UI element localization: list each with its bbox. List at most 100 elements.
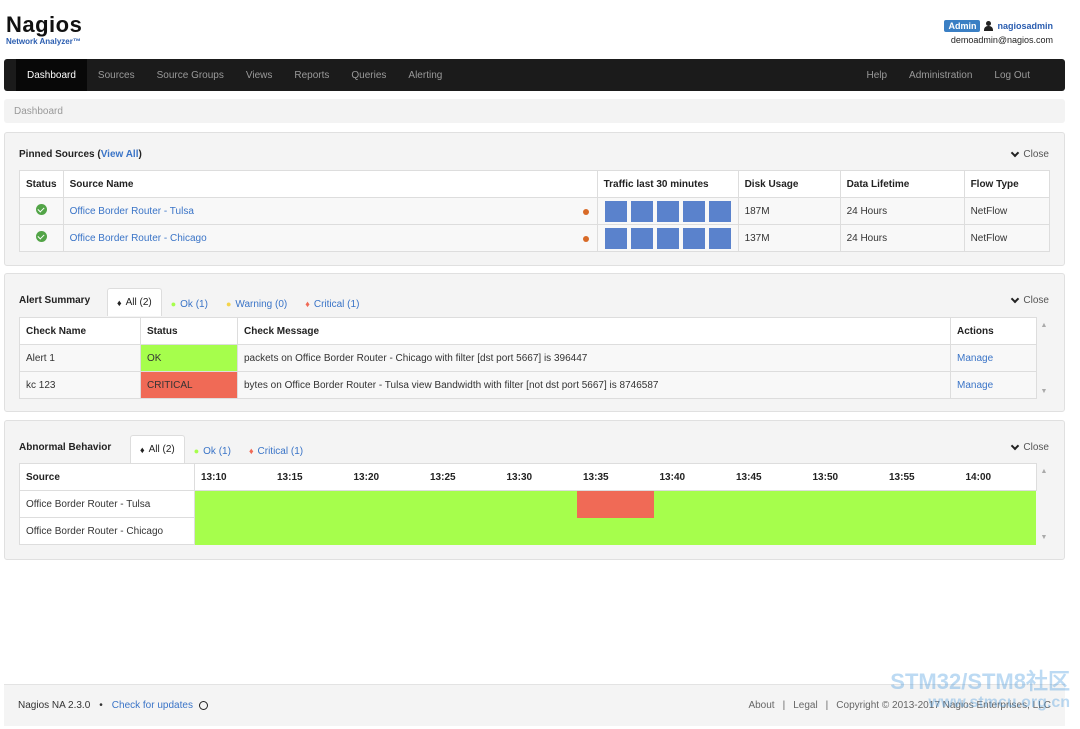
manage-link[interactable]: Manage bbox=[957, 380, 993, 391]
logo-subtitle: Network Analyzer™ bbox=[6, 37, 81, 46]
chevron-down-icon bbox=[1011, 441, 1020, 451]
nav-reports[interactable]: Reports bbox=[283, 59, 340, 91]
watermark-line2: www.stmcu.org.cn bbox=[928, 694, 1070, 711]
col-time: 13:10 bbox=[194, 463, 271, 491]
col-time: 13:40 bbox=[653, 463, 730, 491]
data-lifetime: 24 Hours bbox=[839, 224, 965, 252]
legal-link[interactable]: Legal bbox=[793, 700, 817, 711]
col-time: 14:00 bbox=[959, 463, 1037, 491]
source-name: Office Border Router - Tulsa bbox=[19, 490, 195, 518]
timeline-slot-ok bbox=[959, 490, 1036, 518]
pinned-sources-title: Pinned Sources (View All) bbox=[19, 149, 142, 160]
timeline-slot-ok bbox=[424, 490, 501, 518]
manage-link[interactable]: Manage bbox=[957, 353, 993, 364]
traffic-sparkbar bbox=[604, 200, 732, 222]
check-name: kc 123 bbox=[19, 371, 141, 399]
col-time: 13:35 bbox=[577, 463, 654, 491]
status-badge: CRITICAL bbox=[140, 371, 238, 399]
header: Nagios Network Analyzer™ Admin nagiosadm… bbox=[0, 0, 1080, 58]
tab-ok[interactable]: ● Ok (1) bbox=[185, 439, 240, 463]
source-indicator-icon bbox=[582, 209, 589, 215]
check-message: bytes on Office Border Router - Tulsa vi… bbox=[237, 371, 951, 399]
disk-usage: 187M bbox=[737, 197, 841, 225]
version-text: Nagios NA 2.3.0 bbox=[18, 700, 91, 711]
nav-sources[interactable]: Sources bbox=[87, 59, 146, 91]
scrollbar[interactable]: ▲ ▼ bbox=[1036, 463, 1050, 545]
check-updates-link[interactable]: Check for updates bbox=[112, 700, 193, 711]
timeline-slot-ok bbox=[194, 490, 271, 518]
watermark: STM32/STM8社区 www.stmcu.org.cn bbox=[890, 670, 1070, 712]
chevron-down-icon bbox=[1011, 294, 1020, 304]
source-link-chicago[interactable]: Office Border Router - Chicago bbox=[70, 233, 207, 244]
watermark-line1: STM32/STM8社区 bbox=[890, 669, 1070, 694]
disk-usage: 137M bbox=[737, 224, 841, 252]
col-data-lifetime: Data Lifetime bbox=[839, 170, 965, 198]
table-row: Alert 1 OK packets on Office Border Rout… bbox=[19, 344, 1051, 372]
logo-text: Nagios bbox=[6, 12, 83, 37]
abnormal-tabs: ♦ All (2) ● Ok (1) ♦ Critical (1) bbox=[130, 435, 312, 463]
refresh-icon[interactable] bbox=[198, 701, 208, 710]
nav-views[interactable]: Views bbox=[235, 59, 284, 91]
alert-summary-panel: Alert Summary ♦ All (2) ● Ok (1) ● Warning … bbox=[4, 273, 1065, 412]
nav-logout[interactable]: Log Out bbox=[983, 59, 1041, 91]
tab-all[interactable]: ♦ All (2) bbox=[107, 288, 162, 316]
col-source: Source bbox=[19, 463, 195, 491]
nav-administration[interactable]: Administration bbox=[898, 59, 983, 91]
alerts-close-button[interactable]: Close bbox=[1011, 294, 1049, 306]
abnormal-table: Source 13:10 13:15 13:20 13:25 13:30 13:… bbox=[19, 463, 1050, 545]
table-row: Office Border Router - Chicago 137M 24 H… bbox=[19, 224, 1051, 252]
tab-all[interactable]: ♦ All (2) bbox=[130, 435, 185, 463]
col-check-name: Check Name bbox=[19, 317, 141, 345]
col-flow-type: Flow Type bbox=[963, 170, 1051, 198]
abnormal-behavior-panel: Abnormal Behavior ♦ All (2) ● Ok (1) ♦ Crit… bbox=[4, 420, 1065, 560]
tab-ok[interactable]: ● Ok (1) bbox=[162, 292, 217, 316]
table-row: Office Border Router - Tulsa bbox=[19, 490, 1051, 518]
tab-critical[interactable]: ♦ Critical (1) bbox=[240, 439, 312, 463]
admin-badge: Admin bbox=[944, 20, 981, 32]
nav-source-groups[interactable]: Source Groups bbox=[146, 59, 235, 91]
pinned-sources-panel: Pinned Sources (View All) Close Status S… bbox=[4, 132, 1065, 266]
col-time: 13:45 bbox=[730, 463, 807, 491]
col-time: 13:15 bbox=[271, 463, 348, 491]
tab-warning[interactable]: ● Warning (0) bbox=[217, 292, 296, 316]
view-all-link[interactable]: View All bbox=[101, 149, 139, 160]
col-time: 13:30 bbox=[500, 463, 577, 491]
source-link-tulsa[interactable]: Office Border Router - Tulsa bbox=[70, 206, 194, 217]
timeline-slot-ok bbox=[883, 490, 960, 518]
nagios-logo[interactable]: Nagios Network Analyzer™ bbox=[6, 14, 82, 47]
traffic-sparkbar bbox=[604, 227, 732, 249]
tab-critical[interactable]: ♦ Critical (1) bbox=[296, 292, 368, 316]
timeline-slot-ok bbox=[730, 490, 807, 518]
data-lifetime: 24 Hours bbox=[839, 197, 965, 225]
abnormal-close-button[interactable]: Close bbox=[1011, 441, 1049, 453]
nav-queries[interactable]: Queries bbox=[340, 59, 397, 91]
timeline-slot-ok bbox=[347, 490, 424, 518]
col-time: 13:55 bbox=[883, 463, 960, 491]
nav-help[interactable]: Help bbox=[855, 59, 898, 91]
flow-type: NetFlow bbox=[963, 197, 1051, 225]
col-time: 13:50 bbox=[806, 463, 883, 491]
col-actions: Actions bbox=[950, 317, 1037, 345]
abnormal-behavior-title: Abnormal Behavior bbox=[19, 442, 112, 453]
about-link[interactable]: About bbox=[748, 700, 774, 711]
nav-alerting[interactable]: Alerting bbox=[397, 59, 453, 91]
alert-tabs: ♦ All (2) ● Ok (1) ● Warning (0) ♦ Critical … bbox=[107, 288, 368, 316]
pinned-sources-table: Status Source Name Traffic last 30 minut… bbox=[19, 170, 1051, 252]
col-traffic: Traffic last 30 minutes bbox=[596, 170, 739, 198]
flow-type: NetFlow bbox=[963, 224, 1051, 252]
table-row: kc 123 CRITICAL bytes on Office Border R… bbox=[19, 371, 1051, 399]
col-status: Status bbox=[140, 317, 238, 345]
username-link[interactable]: nagiosadmin bbox=[997, 21, 1053, 31]
timeline-slot-ok bbox=[500, 490, 577, 518]
timeline-slot-ok bbox=[653, 490, 730, 518]
col-source-name: Source Name bbox=[62, 170, 598, 198]
nav-dashboard[interactable]: Dashboard bbox=[16, 59, 87, 91]
table-row: Office Border Router - Tulsa 187M 24 Hou… bbox=[19, 197, 1051, 225]
status-ok-icon bbox=[35, 204, 47, 215]
col-time: 13:20 bbox=[347, 463, 424, 491]
alerts-table: Check Name Status Check Message Actions … bbox=[19, 317, 1050, 399]
chevron-down-icon bbox=[1011, 148, 1020, 158]
col-check-message: Check Message bbox=[237, 317, 951, 345]
scrollbar[interactable]: ▲ ▼ bbox=[1036, 317, 1050, 399]
pinned-close-button[interactable]: Close bbox=[1011, 148, 1049, 160]
